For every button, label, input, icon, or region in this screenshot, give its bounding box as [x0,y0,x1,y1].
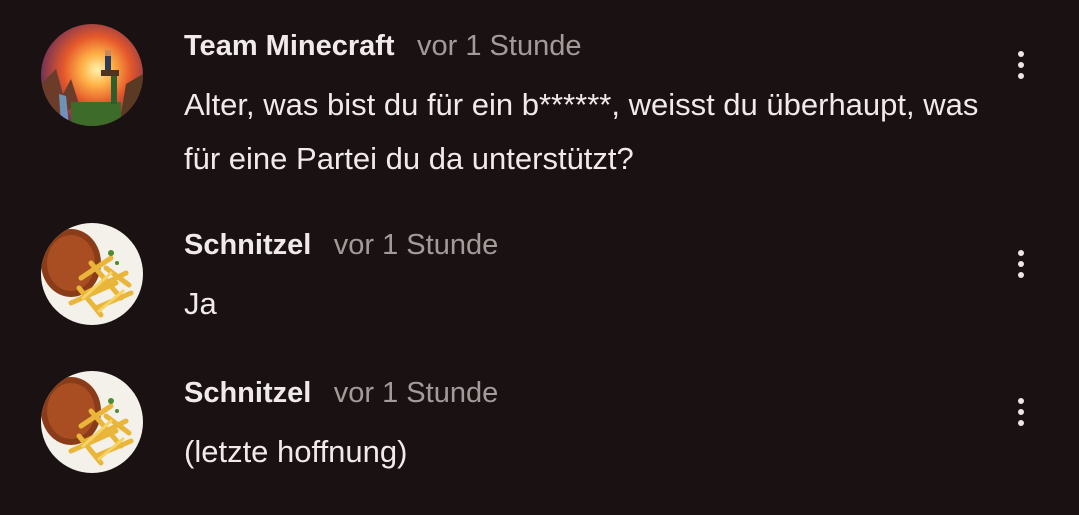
avatar[interactable] [41,24,143,126]
schnitzel-fries-avatar-icon [41,223,143,325]
comment-timestamp: vor 1 Stunde [333,377,499,409]
author-name[interactable]: Team Minecraft [184,30,395,62]
more-vert-icon [1018,398,1024,404]
author-name[interactable]: Schnitzel [184,229,311,261]
minecraft-sunset-avatar-icon [41,24,143,126]
more-vert-icon [1018,51,1024,57]
more-vert-icon [1018,250,1024,256]
comment-header: Schnitzel vor 1 Stunde [184,225,498,265]
comment-header: Team Minecraft vor 1 Stunde [184,26,581,66]
comment-header: Schnitzel vor 1 Stunde [184,373,498,413]
more-options-button[interactable] [1000,243,1042,285]
comment-list: Team Minecraft vor 1 Stunde Alter, was b… [0,0,1079,515]
author-name[interactable]: Schnitzel [184,377,311,409]
comment-text: (letzte hoffnung) [184,434,408,469]
comment-text: Alter, was bist du für ein b******, weis… [184,87,979,176]
comment-timestamp: vor 1 Stunde [417,30,582,62]
avatar[interactable] [41,371,143,473]
comment-timestamp: vor 1 Stunde [333,229,499,261]
more-options-button[interactable] [1000,391,1042,433]
comment-text: Ja [184,286,217,321]
more-options-button[interactable] [1000,44,1042,86]
schnitzel-fries-avatar-icon [41,371,143,473]
avatar[interactable] [41,223,143,325]
